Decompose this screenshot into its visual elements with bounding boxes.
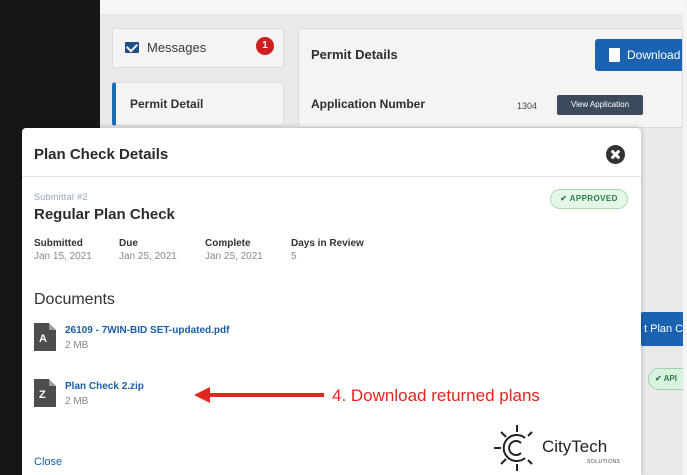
meta-complete: Complete Jan 25, 2021 — [205, 238, 263, 262]
annotation-text: 4. Download returned plans — [332, 386, 540, 405]
application-number-label: Application Number — [311, 97, 426, 111]
messages-count-badge: 1 — [256, 37, 274, 55]
approved-badge-partial: ✔ API — [648, 368, 687, 390]
submittal-type: Regular Plan Check — [34, 206, 175, 223]
meta-label: Submitted — [34, 238, 83, 249]
sidebar-item-permit-detail[interactable]: Permit Detail — [112, 82, 284, 126]
logo-mark — [494, 425, 533, 471]
meta-value: Jan 15, 2021 — [34, 251, 92, 262]
view-application-button[interactable]: View Application — [557, 95, 643, 115]
close-link[interactable]: Close — [34, 456, 62, 468]
modal-title: Plan Check Details — [34, 146, 169, 163]
meta-due: Due Jan 25, 2021 — [119, 238, 177, 262]
logo-name: CityTech — [542, 437, 608, 456]
plan-check-details-modal: Plan Check Details Submittal #2 ✔ APPROV… — [22, 128, 641, 475]
download-button[interactable]: Download — [595, 39, 682, 71]
sidebar-item-label: Permit Detail — [130, 97, 204, 111]
modal-header-divider — [22, 176, 641, 177]
meta-submitted: Submitted Jan 15, 2021 — [34, 238, 92, 262]
documents-heading: Documents — [34, 291, 115, 308]
plan-check-button-partial[interactable]: t Plan C — [640, 312, 687, 346]
document-item: A 26109 - 7WIN-BID SET-updated.pdf 2 MB — [34, 323, 334, 357]
top-edge — [100, 0, 687, 14]
permit-details-title: Permit Details — [311, 47, 398, 62]
sidebar-item-label: Messages — [147, 40, 207, 55]
citytech-logo: CityTech SOLUTIONS — [492, 423, 637, 475]
permit-details-card: Permit Details Download Application Numb… — [298, 28, 683, 128]
zip-file-icon[interactable]: Z — [34, 379, 56, 407]
pdf-file-icon[interactable]: A — [34, 323, 56, 351]
application-number-value: 1304 — [517, 101, 538, 111]
meta-value: Jan 25, 2021 — [119, 251, 177, 262]
submittal-number: Submittal #2 — [34, 192, 88, 202]
meta-value: 5 — [291, 251, 297, 262]
pdf-icon — [609, 48, 620, 62]
meta-days-in-review: Days in Review 5 — [291, 238, 364, 262]
document-size: 2 MB — [65, 340, 89, 351]
logo-tagline: SOLUTIONS — [587, 459, 621, 465]
document-size: 2 MB — [65, 396, 89, 407]
download-button-label: Download — [627, 48, 681, 62]
document-link[interactable]: Plan Check 2.zip — [65, 381, 144, 392]
right-edge — [683, 0, 687, 475]
meta-label: Complete — [205, 238, 251, 249]
document-link[interactable]: 26109 - 7WIN-BID SET-updated.pdf — [65, 325, 229, 336]
envelope-icon — [125, 42, 139, 53]
red-arrow-annotation — [194, 387, 324, 403]
meta-label: Days in Review — [291, 238, 364, 249]
meta-value: Jan 25, 2021 — [205, 251, 263, 262]
status-badge: ✔ APPROVED — [550, 189, 628, 209]
meta-label: Due — [119, 238, 138, 249]
close-icon[interactable] — [606, 145, 625, 164]
